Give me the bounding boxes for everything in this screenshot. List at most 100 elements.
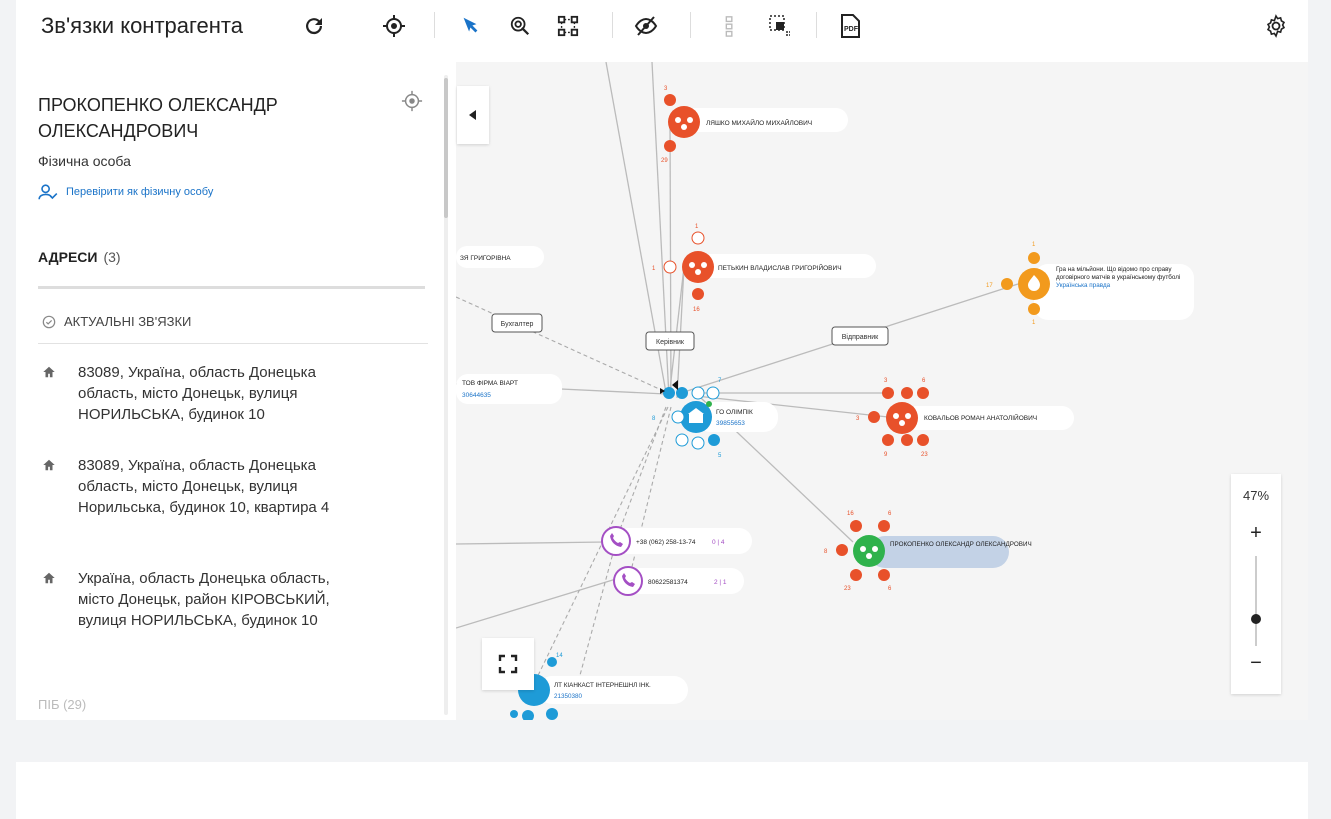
- node-sub: 0 | 4: [712, 539, 725, 546]
- node-count: 7: [718, 378, 722, 384]
- edge-label-text: Керівник: [656, 338, 685, 346]
- fullscreen-button[interactable]: [482, 638, 534, 690]
- node-count: 8: [824, 549, 828, 555]
- check-person-link[interactable]: Перевірити як фізичну особу: [38, 184, 213, 200]
- target-icon[interactable]: [378, 10, 410, 42]
- node-sub: 30644635: [462, 392, 491, 399]
- node-label: 80622581374: [648, 579, 688, 586]
- align-icon[interactable]: [714, 10, 746, 42]
- node-count: 8: [652, 416, 656, 422]
- graph-node[interactable]: ЛТ КІАНКАСТ ІНТЕРНЕШНЛ ІНК. 21350380 14: [510, 653, 688, 720]
- graph-node[interactable]: КОВАЛЬОВ РОМАН АНАТОЛІЙОВИЧ 3 6 3 9 23: [856, 378, 1074, 458]
- graph-node-selected[interactable]: ПРОКОПЕНКО ОЛЕКСАНДР ОЛЕКСАНДРОВИЧ 16 6 …: [824, 511, 1032, 592]
- address-item: Україна, область Донецька область, місто…: [42, 568, 382, 631]
- node-count: 9: [884, 452, 888, 458]
- app-window: Зв'язки контрагента PDF ПРОКОПЕНКО ОЛЕКС…: [16, 0, 1308, 720]
- node-label: +38 (062) 258-13-74: [636, 539, 696, 546]
- edge-label-text: Бухгалтер: [501, 321, 534, 328]
- node-sub: 39855653: [716, 420, 745, 427]
- node-count: 5: [718, 453, 722, 459]
- node-sub: Українська правда: [1056, 282, 1111, 290]
- hide-icon[interactable]: [630, 10, 662, 42]
- locate-icon[interactable]: [401, 90, 425, 114]
- edge-label-text: Відправник: [842, 333, 879, 341]
- node-count: 6: [888, 511, 892, 517]
- node-count: 6: [922, 378, 926, 384]
- node-count: 3: [856, 416, 860, 422]
- refresh-icon[interactable]: [298, 10, 330, 42]
- zoom-slider-track[interactable]: [1255, 556, 1257, 646]
- node-count: 29: [661, 158, 668, 164]
- address-text: 83089, Україна, область Донецька область…: [78, 364, 316, 423]
- graph-node[interactable]: ПЕТЬКИН ВЛАДИСЛАВ ГРИГОРІЙОВИЧ 1 1 16: [652, 224, 876, 313]
- node-count: 16: [847, 511, 854, 517]
- settings-icon[interactable]: [1260, 10, 1292, 42]
- panel-scroll-thumb[interactable]: [444, 78, 448, 218]
- page-title: Зв'язки контрагента: [41, 13, 243, 38]
- layout-icon[interactable]: [552, 10, 584, 42]
- graph-node[interactable]: ТОВ ФІРМА ВІАРТ 30644635: [456, 374, 562, 404]
- home-icon: [43, 366, 55, 378]
- pib-section-label[interactable]: ПІБ (29): [38, 697, 86, 712]
- node-label: ЛТ КІАНКАСТ ІНТЕРНЕШНЛ ІНК.: [554, 682, 651, 689]
- graph-node[interactable]: ЛЯШКО МИХАЙЛО МИХАЙЛОВИЧ 3 29: [661, 86, 848, 164]
- node-count: 1: [652, 266, 656, 272]
- addresses-header[interactable]: АДРЕСИ (3): [38, 249, 121, 265]
- toolbar-separator: [434, 12, 435, 38]
- person-name: ПРОКОПЕНКО ОЛЕКСАНДР ОЛЕКСАНДРОВИЧ: [38, 95, 278, 141]
- graph-node[interactable]: +38 (062) 258-13-74 0 | 4: [601, 526, 752, 556]
- check-circle-icon: [42, 315, 56, 328]
- node-count: 1: [1032, 320, 1036, 326]
- actual-links-row: АКТУАЛЬНІ ЗВ'ЯЗКИ: [42, 314, 191, 329]
- node-label: ТОВ ФІРМА ВІАРТ: [462, 380, 518, 387]
- home-icon: [43, 459, 55, 471]
- node-count: 1: [695, 224, 699, 230]
- zoom-out-button[interactable]: −: [1231, 652, 1281, 675]
- node-label: ГО ОЛІМПІК: [716, 409, 753, 416]
- find-icon[interactable]: [504, 10, 536, 42]
- graph-node[interactable]: ЗЯ ГРИГОРІВНА: [456, 246, 544, 268]
- node-sub: 21350380: [554, 693, 583, 700]
- graph-svg[interactable]: Бухгалтер Керівник Відправник ЗЯ ГРИГОРІ…: [456, 62, 1308, 720]
- node-label: КОВАЛЬОВ РОМАН АНАТОЛІЙОВИЧ: [924, 413, 1037, 422]
- caret-left-icon: [469, 110, 476, 120]
- edge-label: Керівник: [645, 331, 695, 351]
- node-count: 3: [664, 86, 668, 92]
- graph-node[interactable]: ГО ОЛІМПІК 39855653 7 8 5: [652, 378, 778, 459]
- fullscreen-icon: [498, 654, 518, 674]
- node-count: 1: [1032, 242, 1036, 248]
- addresses-title: АДРЕСИ: [38, 249, 98, 265]
- edge-label: Бухгалтер: [491, 313, 543, 333]
- zoom-in-button[interactable]: +: [1231, 522, 1281, 545]
- node-count: 3: [884, 378, 888, 384]
- addresses-count: (3): [103, 249, 121, 265]
- zoom-percent: 47%: [1242, 488, 1270, 503]
- node-label: ПЕТЬКИН ВЛАДИСЛАВ ГРИГОРІЙОВИЧ: [718, 263, 842, 272]
- group-select-icon[interactable]: [764, 10, 796, 42]
- address-text: Україна, область Донецька область, місто…: [78, 570, 330, 629]
- graph-edges-dashed: [456, 296, 672, 691]
- group-icon: [668, 106, 700, 138]
- collapse-panel-button[interactable]: [457, 86, 489, 144]
- select-cursor-icon[interactable]: [454, 10, 486, 42]
- graph-node[interactable]: 80622581374 2 | 1: [613, 566, 744, 596]
- person-check-icon: [38, 184, 58, 200]
- pdf-icon[interactable]: PDF: [834, 10, 866, 42]
- node-label: ЛЯШКО МИХАЙЛО МИХАЙЛОВИЧ: [706, 118, 812, 127]
- zoom-slider-knob[interactable]: [1251, 614, 1261, 624]
- address-item: 83089, Україна, область Донецька область…: [42, 455, 382, 518]
- node-count: 6: [888, 586, 892, 592]
- svg-text:PDF: PDF: [844, 26, 859, 33]
- edge-label: Відправник: [831, 326, 889, 346]
- actual-links-label: АКТУАЛЬНІ ЗВ'ЯЗКИ: [64, 314, 192, 329]
- address-item: 83089, Україна, область Донецька область…: [42, 362, 382, 425]
- zoom-control: 47% + −: [1231, 474, 1281, 694]
- bottom-panel: [16, 762, 1308, 819]
- graph-canvas[interactable]: Бухгалтер Керівник Відправник ЗЯ ГРИГОРІ…: [456, 62, 1308, 720]
- divider: [38, 343, 428, 344]
- check-person-label: Перевірити як фізичну особу: [66, 186, 214, 198]
- node-count: 16: [693, 307, 700, 313]
- toolbar-separator: [690, 12, 691, 38]
- toolbar-separator: [816, 12, 817, 38]
- node-count: 23: [844, 586, 851, 592]
